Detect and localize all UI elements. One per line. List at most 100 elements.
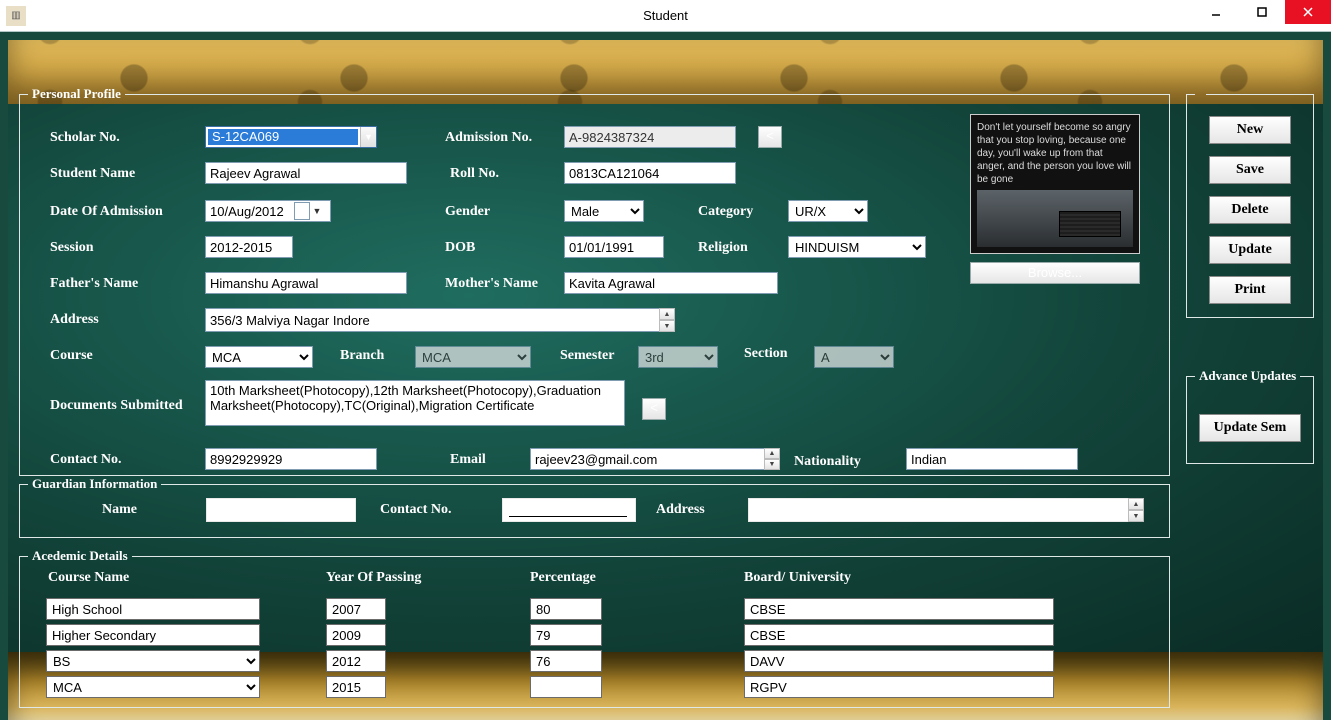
documents-less-button[interactable]: < (642, 398, 666, 420)
address-spinner[interactable]: ▲▼ (659, 308, 675, 332)
delete-button[interactable]: Delete (1209, 196, 1291, 224)
acad-course-2[interactable]: BS (46, 650, 260, 672)
acad-pct-1[interactable] (530, 624, 602, 646)
canvas: Personal Profile Scholar No. Student Nam… (0, 32, 1331, 720)
admission-no-input (564, 126, 736, 148)
label-branch: Branch (340, 348, 384, 364)
scholar-no-combo[interactable]: S-12CA069 ▼ (205, 126, 377, 148)
course-select[interactable]: MCA (205, 346, 313, 368)
date-of-admission-picker[interactable]: ▦ ▼ (205, 200, 331, 222)
email-input[interactable] (530, 448, 764, 470)
chevron-down-icon: ▼ (360, 127, 376, 147)
address-combo[interactable]: ▲▼ (205, 308, 675, 332)
acad-pct-0[interactable] (530, 598, 602, 620)
guardian-legend: Guardian Information (28, 476, 161, 492)
guardian-contact-input[interactable] (502, 498, 636, 522)
dob-input[interactable] (564, 236, 664, 258)
label-documents-submitted: Documents Submitted (50, 398, 183, 414)
fathers-name-input[interactable] (205, 272, 407, 294)
acad-board-3[interactable] (744, 676, 1054, 698)
update-sem-button[interactable]: Update Sem (1199, 414, 1301, 442)
label-roll-no: Roll No. (450, 166, 499, 182)
acad-board-2[interactable] (744, 650, 1054, 672)
label-category: Category (698, 204, 753, 220)
guardian-address-spinner[interactable]: ▲▼ (1128, 498, 1144, 522)
label-session: Session (50, 240, 94, 256)
advance-updates-group: Advance Updates Update Sem (1186, 368, 1314, 464)
header-board: Board/ University (744, 570, 851, 586)
label-dob: DOB (445, 240, 475, 256)
nationality-input[interactable] (906, 448, 1078, 470)
guardian-name-input[interactable] (206, 498, 356, 522)
label-course: Course (50, 348, 93, 364)
email-combo[interactable]: ▲▼ (530, 448, 780, 470)
date-of-admission-input[interactable] (206, 202, 294, 220)
guardian-address-input[interactable] (748, 498, 1144, 522)
label-section: Section (744, 346, 788, 362)
admission-less-button[interactable]: < (758, 126, 782, 148)
acad-board-1[interactable] (744, 624, 1054, 646)
acad-course-1[interactable] (46, 624, 260, 646)
window-title: Student (643, 8, 688, 23)
new-button[interactable]: New (1209, 116, 1291, 144)
acad-course-0[interactable] (46, 598, 260, 620)
section-select: A (814, 346, 894, 368)
academic-group: Acedemic Details Course Name Year Of Pas… (19, 548, 1170, 708)
label-scholar-no: Scholar No. (50, 130, 120, 146)
close-button[interactable] (1285, 0, 1331, 24)
label-guardian-address: Address (656, 502, 705, 518)
chevron-down-icon[interactable]: ▼ (310, 206, 324, 216)
academic-legend: Acedemic Details (28, 548, 132, 564)
acad-year-3[interactable] (326, 676, 386, 698)
app-icon: ▥ (6, 6, 26, 26)
contact-no-input[interactable] (205, 448, 377, 470)
session-input[interactable] (205, 236, 293, 258)
calendar-icon[interactable]: ▦ (294, 202, 310, 220)
label-date-of-admission: Date Of Admission (50, 204, 163, 220)
gender-select[interactable]: Male (564, 200, 644, 222)
acad-year-2[interactable] (326, 650, 386, 672)
acad-course-3[interactable]: MCA (46, 676, 260, 698)
save-button[interactable]: Save (1209, 156, 1291, 184)
label-contact-no: Contact No. (50, 452, 122, 468)
acad-year-0[interactable] (326, 598, 386, 620)
update-button[interactable]: Update (1209, 236, 1291, 264)
acad-board-0[interactable] (744, 598, 1054, 620)
acad-pct-2[interactable] (530, 650, 602, 672)
student-name-input[interactable] (205, 162, 407, 184)
label-guardian-name: Name (102, 502, 137, 518)
mothers-name-input[interactable] (564, 272, 778, 294)
header-course-name: Course Name (48, 570, 129, 586)
sidebar-group: . New Save Delete Update Print (1186, 86, 1314, 318)
label-address: Address (50, 312, 99, 328)
label-gender: Gender (445, 204, 490, 220)
personal-profile-group: Personal Profile Scholar No. Student Nam… (19, 86, 1170, 476)
label-guardian-contact: Contact No. (380, 502, 452, 518)
acad-pct-3[interactable] (530, 676, 602, 698)
maximize-button[interactable] (1239, 0, 1285, 24)
label-semester: Semester (560, 348, 614, 364)
titlebar: ▥ Student (0, 0, 1331, 32)
email-spinner[interactable]: ▲▼ (764, 448, 780, 470)
advance-updates-legend: Advance Updates (1195, 368, 1300, 384)
label-mothers-name: Mother's Name (445, 276, 538, 292)
photo-box: Don't let yourself become so angry that … (970, 114, 1140, 254)
guardian-group: Guardian Information Name Contact No. Ad… (19, 476, 1170, 538)
window-buttons (1193, 0, 1331, 24)
category-select[interactable]: UR/X (788, 200, 868, 222)
documents-submitted-text[interactable]: 10th Marksheet(Photocopy),12th Marksheet… (205, 380, 625, 426)
header-year: Year Of Passing (326, 570, 421, 586)
roll-no-input[interactable] (564, 162, 736, 184)
photo-quote: Don't let yourself become so angry that … (977, 121, 1133, 186)
print-button[interactable]: Print (1209, 276, 1291, 304)
label-admission-no: Admission No. (445, 130, 532, 146)
scholar-no-value: S-12CA069 (208, 129, 358, 145)
personal-profile-legend: Personal Profile (28, 86, 125, 102)
header-percentage: Percentage (530, 570, 596, 586)
browse-button[interactable]: Browse... (970, 262, 1140, 284)
address-input[interactable] (205, 308, 659, 332)
minimize-button[interactable] (1193, 0, 1239, 24)
acad-year-1[interactable] (326, 624, 386, 646)
religion-select[interactable]: HINDUISM (788, 236, 926, 258)
photo-image (977, 190, 1133, 247)
